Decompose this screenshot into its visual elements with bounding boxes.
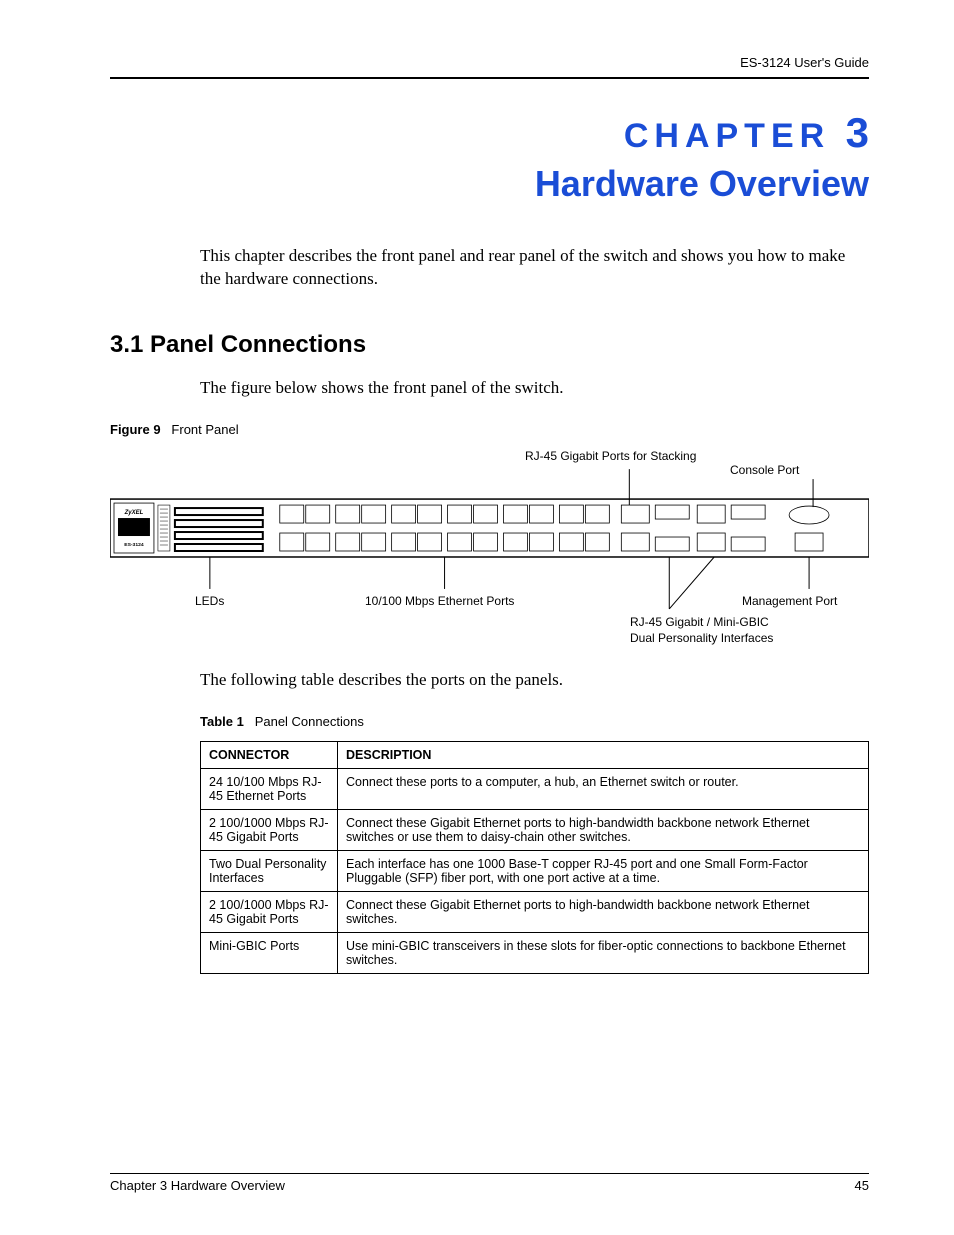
- cell-desc: Connect these ports to a computer, a hub…: [338, 768, 869, 809]
- figure-front-panel: ZyXEL ES-3124: [110, 449, 869, 649]
- table-row: 24 10/100 Mbps RJ-45 Ethernet Ports Conn…: [201, 768, 869, 809]
- table-caption: Table 1 Panel Connections: [200, 714, 869, 729]
- cell-desc: Connect these Gigabit Ethernet ports to …: [338, 891, 869, 932]
- svg-text:ZyXEL: ZyXEL: [124, 510, 144, 516]
- footer-page-number: 45: [855, 1178, 869, 1193]
- footer-left: Chapter 3 Hardware Overview: [110, 1178, 285, 1193]
- callout-dual1: RJ-45 Gigabit / Mini-GBIC: [630, 615, 769, 629]
- chapter-label-line: CHAPTER 3: [110, 109, 869, 157]
- chapter-number: 3: [846, 109, 869, 156]
- cell-desc: Use mini-GBIC transceivers in these slot…: [338, 932, 869, 973]
- chapter-title: Hardware Overview: [110, 163, 869, 205]
- page-footer: Chapter 3 Hardware Overview 45: [110, 1165, 869, 1193]
- table-row: Mini-GBIC Ports Use mini-GBIC transceive…: [201, 932, 869, 973]
- table-row: Two Dual Personality Interfaces Each int…: [201, 850, 869, 891]
- cell-connector: Mini-GBIC Ports: [201, 932, 338, 973]
- table-row: 2 100/1000 Mbps RJ-45 Gigabit Ports Conn…: [201, 891, 869, 932]
- cell-desc: Each interface has one 1000 Base-T coppe…: [338, 850, 869, 891]
- table-caption-label: Table 1: [200, 714, 244, 729]
- figure-caption-label: Figure 9: [110, 422, 161, 437]
- th-description: DESCRIPTION: [338, 741, 869, 768]
- callout-mgmt: Management Port: [742, 594, 837, 608]
- figure-caption: Figure 9 Front Panel: [110, 422, 869, 437]
- cell-connector: 2 100/1000 Mbps RJ-45 Gigabit Ports: [201, 809, 338, 850]
- th-connector: CONNECTOR: [201, 741, 338, 768]
- table-caption-text: Panel Connections: [255, 714, 364, 729]
- cell-connector: 2 100/1000 Mbps RJ-45 Gigabit Ports: [201, 891, 338, 932]
- chapter-label: CHAPTER: [624, 117, 830, 155]
- section-lead: The figure below shows the front panel o…: [200, 377, 869, 400]
- svg-text:ES-3124: ES-3124: [124, 542, 144, 548]
- table-intro: The following table describes the ports …: [200, 669, 869, 692]
- chapter-intro: This chapter describes the front panel a…: [200, 245, 869, 291]
- callout-leds: LEDs: [195, 594, 224, 608]
- callout-dual2: Dual Personality Interfaces: [630, 631, 773, 645]
- section-heading: 3.1 Panel Connections: [110, 331, 869, 359]
- cell-connector: Two Dual Personality Interfaces: [201, 850, 338, 891]
- header-guide: ES-3124 User's Guide: [110, 55, 869, 74]
- ethernet-ports-icon: [280, 505, 610, 551]
- table-row: 2 100/1000 Mbps RJ-45 Gigabit Ports Conn…: [201, 809, 869, 850]
- cell-desc: Connect these Gigabit Ethernet ports to …: [338, 809, 869, 850]
- panel-connections-table: CONNECTOR DESCRIPTION 24 10/100 Mbps RJ-…: [200, 741, 869, 974]
- top-rule: [110, 77, 869, 79]
- callout-ethernet: 10/100 Mbps Ethernet Ports: [365, 594, 514, 608]
- callout-console: Console Port: [730, 463, 799, 477]
- cell-connector: 24 10/100 Mbps RJ-45 Ethernet Ports: [201, 768, 338, 809]
- figure-caption-text: Front Panel: [171, 422, 238, 437]
- callout-stacking: RJ-45 Gigabit Ports for Stacking: [525, 449, 696, 463]
